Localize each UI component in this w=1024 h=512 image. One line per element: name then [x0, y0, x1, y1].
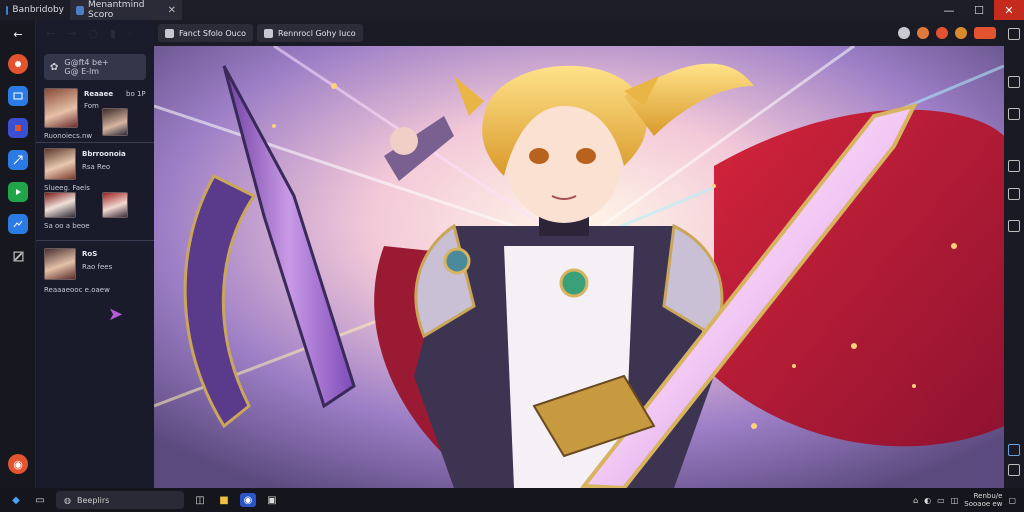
list-item-title[interactable]: Reaaee [84, 90, 113, 98]
share-icon[interactable] [1008, 28, 1020, 40]
thumbnail[interactable] [102, 192, 128, 218]
store-icon[interactable]: ▣ [264, 493, 280, 507]
list-item-caption: Sa oo a beoe [44, 222, 90, 230]
image-icon[interactable] [1008, 160, 1020, 172]
back-arrow-icon[interactable]: ← [8, 24, 28, 44]
tab-active[interactable]: Menantmind Scoro ✕ [70, 0, 182, 20]
list-item-subtitle: Rao fees [82, 263, 113, 271]
assistant-icon[interactable]: ◉ [8, 454, 28, 474]
edit-icon[interactable] [8, 246, 28, 266]
app-window: Banbridoby Menantmind Scoro ✕ — ☐ ✕ ← Fa… [0, 0, 1024, 512]
sidebar: ✿ G@ft4 be+ G@ E-lm Reaaee bo 1P Fom Ruo… [8, 20, 154, 488]
thumbnail[interactable] [44, 192, 76, 218]
list-item-subtitle: bo 1P [126, 90, 146, 98]
gear-icon: ✿ [50, 61, 59, 73]
list-item-title[interactable]: Bbrroonoia [82, 150, 126, 158]
language-icon[interactable]: ◫ [951, 496, 959, 505]
feedback-icon[interactable] [1008, 444, 1020, 456]
folder-icon[interactable]: ■ [216, 493, 232, 507]
search-subtext: G@ E-lm [64, 67, 100, 76]
page-icon [264, 28, 274, 38]
right-rail [1004, 20, 1024, 488]
start-icon[interactable]: ◆ [8, 493, 24, 507]
browser-icon[interactable]: ◉ [240, 493, 256, 507]
list-item-caption: Slueeg. Faeis [44, 184, 90, 192]
minimize-button[interactable]: — [934, 0, 964, 20]
hero-artwork [154, 46, 1004, 488]
list-item-subtitle: Rsa Reo [82, 163, 111, 171]
list-item-caption: Ruonoiecs.nw [44, 132, 93, 140]
thumbnail[interactable] [44, 248, 76, 280]
extension-icon[interactable] [898, 27, 910, 39]
page-icon [165, 28, 174, 38]
taskbar-search[interactable]: ◍ Beeplirs [56, 491, 184, 509]
divider [36, 240, 154, 241]
task-view-icon[interactable]: ◫ [192, 493, 208, 507]
list-item-caption: Reaaaeooc e.oaew [44, 286, 110, 294]
layout-icon[interactable] [1008, 220, 1020, 232]
profile-icon[interactable] [917, 27, 929, 39]
notification-icon[interactable] [936, 27, 948, 39]
clock[interactable]: Renbu/e Sooaoe ew [964, 492, 1002, 508]
divider [36, 142, 154, 143]
list-item-extra: Fom [84, 102, 99, 110]
network-icon[interactable]: ⌂ [913, 496, 918, 505]
taskbar-search-label: Beeplirs [76, 495, 110, 505]
sidebar-search[interactable]: ✿ G@ft4 be+ G@ E-lm [44, 54, 146, 80]
app-icon [6, 5, 9, 15]
battery-icon[interactable]: ▭ [937, 496, 945, 505]
clock-time: Renbu/e [973, 492, 1003, 500]
maximize-button[interactable]: ☐ [964, 0, 994, 20]
list-item-title[interactable]: RoS [82, 250, 97, 258]
toolbar-tab-2-label: Rennrocl Gohy Iuco [278, 28, 356, 38]
toolbar-tab-1-label: Fanct Sfolo Ouco [179, 28, 247, 38]
active-tab-title: Menantmind Scoro [88, 0, 145, 20]
share-icon[interactable] [8, 150, 28, 170]
tab-app[interactable]: Banbridoby [0, 0, 70, 20]
close-button[interactable]: ✕ [994, 0, 1024, 20]
toolbar-actions [898, 27, 1004, 39]
anime-warrior-illustration [154, 46, 1004, 488]
search-text: G@ft4 be+ [64, 58, 109, 67]
title-bar: Banbridoby Menantmind Scoro ✕ — ☐ ✕ [0, 0, 1024, 20]
taskbar: ◆ ▭ ◍ Beeplirs ◫ ■ ◉ ▣ ⌂ ◐ ▭ ◫ Renbu/e S… [0, 488, 1024, 512]
notifications-icon[interactable]: ▢ [1008, 496, 1016, 505]
desktop-icon[interactable]: ▭ [32, 493, 48, 507]
search-text-group: G@ft4 be+ G@ E-lm [64, 58, 108, 76]
window-controls: — ☐ ✕ [934, 0, 1024, 20]
thumbnail[interactable] [44, 88, 78, 128]
news-icon[interactable] [8, 86, 28, 106]
menu-button[interactable] [974, 27, 996, 39]
wallet-icon[interactable] [955, 27, 967, 39]
search-icon: ◍ [64, 495, 71, 505]
app-title: Banbridoby [12, 5, 64, 15]
bookmark-icon[interactable] [1008, 76, 1020, 88]
thumbnail[interactable] [44, 148, 76, 180]
tab-close-icon[interactable]: ✕ [168, 5, 176, 16]
image-icon[interactable] [8, 214, 28, 234]
sidebar-toggle-icon[interactable] [1008, 464, 1020, 476]
system-tray: ⌂ ◐ ▭ ◫ Renbu/e Sooaoe ew ▢ [913, 492, 1024, 508]
main-toolbar: Fanct Sfolo Ouco Rennrocl Gohy Iuco [154, 20, 1004, 46]
media-icon[interactable] [8, 118, 28, 138]
chat-icon[interactable] [1008, 108, 1020, 120]
arrow-icon: ➤ [108, 304, 124, 325]
home-icon[interactable] [8, 54, 28, 74]
play-icon[interactable] [8, 182, 28, 202]
tab-favicon-icon [76, 5, 85, 15]
toolbar-tab-1[interactable]: Fanct Sfolo Ouco [158, 24, 254, 42]
thumbnail[interactable] [102, 108, 128, 136]
volume-icon[interactable]: ◐ [924, 496, 931, 505]
toolbar-tab-2[interactable]: Rennrocl Gohy Iuco [257, 24, 363, 42]
clock-date: Sooaoe ew [964, 500, 1003, 508]
left-rail: ← [0, 20, 36, 488]
settings-icon[interactable] [1008, 188, 1020, 200]
